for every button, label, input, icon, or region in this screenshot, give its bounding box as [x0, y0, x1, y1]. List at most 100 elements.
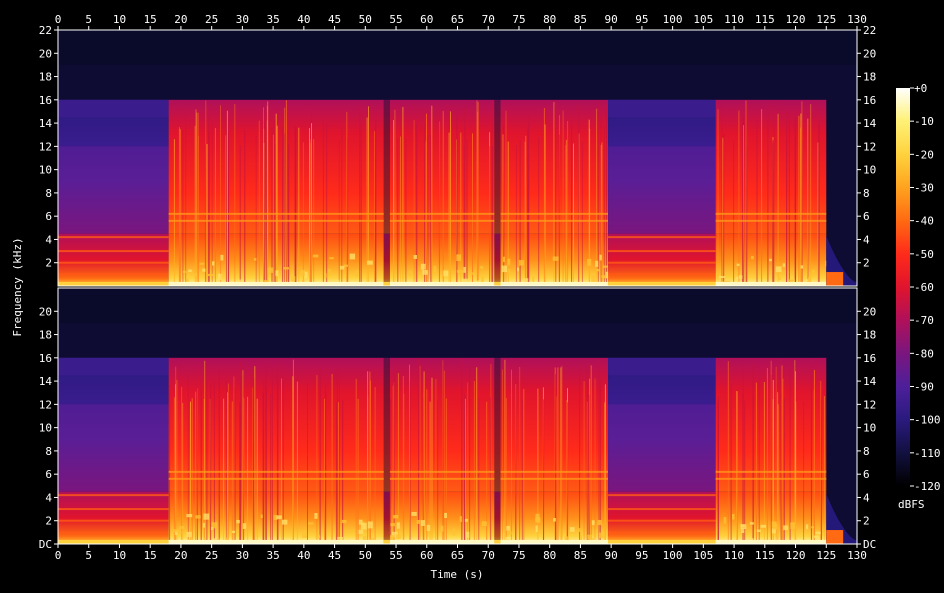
- x-tick-label: 0: [55, 13, 62, 26]
- low-freq-blob: [203, 513, 210, 520]
- x-tick-label: 45: [328, 13, 341, 26]
- y-tick-label: 20: [863, 47, 876, 60]
- segment-low-harmonic: [58, 236, 169, 239]
- y-tick-label: 12: [39, 140, 52, 153]
- transient-streak: [469, 360, 471, 544]
- transient-streak: [227, 392, 228, 544]
- x-tick-label: 120: [786, 13, 806, 26]
- transient-streak: [336, 363, 338, 544]
- transient-streak: [240, 361, 242, 544]
- segment-low-harmonic: [58, 261, 169, 264]
- y-tick-label: 6: [45, 468, 52, 481]
- transient-streak: [782, 378, 784, 544]
- colorbar-gradient: [896, 88, 910, 486]
- transient-streak: [435, 378, 437, 544]
- transient-streak: [298, 127, 300, 286]
- transient-streak: [337, 402, 339, 544]
- x-tick-label: 60: [420, 13, 433, 26]
- low-freq-blob: [535, 513, 540, 521]
- low-freq-blob: [186, 278, 189, 282]
- transient-streak: [210, 385, 212, 544]
- y-tick-label: 14: [39, 375, 53, 388]
- low-freq-blob: [782, 263, 786, 267]
- colorbar-tick-label: -100: [914, 414, 941, 427]
- low-freq-blob: [756, 529, 761, 532]
- transient-streak: [538, 137, 540, 286]
- transient-streak: [427, 134, 429, 286]
- transient-streak: [450, 111, 451, 286]
- x-tick-label: 105: [693, 549, 713, 562]
- segment-low-low-band: [58, 491, 169, 544]
- harmonic-line: [389, 470, 495, 473]
- y-tick-label: 18: [863, 329, 876, 342]
- transient-streak: [788, 112, 790, 286]
- transient-streak: [598, 358, 600, 544]
- low-freq-blob: [253, 258, 257, 261]
- transient-streak: [374, 387, 376, 544]
- low-freq-blob: [242, 523, 247, 529]
- transient-streak: [284, 133, 286, 286]
- y-tick-label: 22: [863, 24, 876, 37]
- transient-streak: [604, 402, 606, 544]
- low-freq-blob: [595, 260, 599, 267]
- y-axis-left: 2 4 6 8 10 12 14 16 18 20 22 DC 2 4 6 8 10 12 14 16 18 20: [39, 24, 58, 551]
- transient-streak: [176, 379, 178, 544]
- transient-streak: [239, 145, 241, 286]
- x-tick-label: 55: [389, 549, 402, 562]
- transient-streak: [801, 101, 803, 286]
- low-freq-blob: [343, 264, 348, 267]
- transient-streak: [402, 107, 404, 286]
- x-tick-label: 80: [543, 549, 556, 562]
- low-freq-blob: [341, 519, 347, 524]
- y-tick-label: 18: [39, 329, 52, 342]
- transient-streak: [233, 376, 235, 544]
- transient-streak: [254, 366, 256, 544]
- transient-streak: [255, 136, 257, 286]
- segment-low-mid-band: [608, 146, 716, 182]
- transient-streak: [567, 121, 569, 286]
- low-freq-blob: [596, 269, 600, 272]
- low-freq-blob: [413, 255, 417, 259]
- transient-streak: [346, 111, 348, 286]
- low-freq-blob: [502, 256, 505, 262]
- transient-streak: [173, 139, 175, 286]
- low-freq-blob: [532, 276, 535, 282]
- transient-streak: [473, 381, 475, 544]
- low-freq-blob: [426, 525, 431, 531]
- low-freq-blob: [481, 521, 487, 526]
- transient-streak: [755, 382, 757, 544]
- transient-streak: [208, 115, 210, 286]
- transient-streak: [597, 101, 599, 286]
- y-tick-label: DC: [863, 538, 876, 551]
- low-freq-blob: [760, 524, 766, 528]
- transient-streak: [742, 394, 744, 544]
- y-tick-label: 20: [39, 305, 52, 318]
- x-tick-label: 25: [205, 549, 218, 562]
- low-freq-blob: [202, 522, 205, 528]
- transient-streak: [310, 139, 312, 286]
- y-tick-label: 8: [863, 445, 870, 458]
- harmonic-line: [168, 219, 384, 222]
- low-freq-blob: [463, 266, 466, 273]
- transient-streak: [528, 114, 530, 286]
- transient-streak: [466, 138, 468, 286]
- transient-streak: [489, 146, 491, 286]
- segment-dip-dc: [494, 539, 501, 544]
- colorbar-tick-label: -120: [914, 480, 941, 493]
- transient-streak: [213, 381, 215, 544]
- transient-streak: [185, 105, 187, 286]
- segment-low-top-band: [58, 357, 169, 376]
- x-axis-top: 0 5 10 15 20 25 30 35 40 45 50 55 60 65 70 75 80 85 90 95 10…: [55, 13, 867, 30]
- transient-streak: [448, 132, 450, 286]
- segment-dip-dc: [494, 281, 501, 286]
- low-freq-blob: [456, 254, 462, 261]
- segment-low-dc: [608, 281, 716, 286]
- transient-streak: [502, 134, 504, 286]
- transient-streak: [271, 127, 273, 286]
- transient-streak: [781, 365, 783, 544]
- y-tick-label: 10: [39, 422, 52, 435]
- transient-streak: [281, 378, 282, 544]
- low-freq-blob: [231, 530, 236, 533]
- segment-high-dc: [715, 539, 827, 544]
- transient-streak: [460, 132, 462, 286]
